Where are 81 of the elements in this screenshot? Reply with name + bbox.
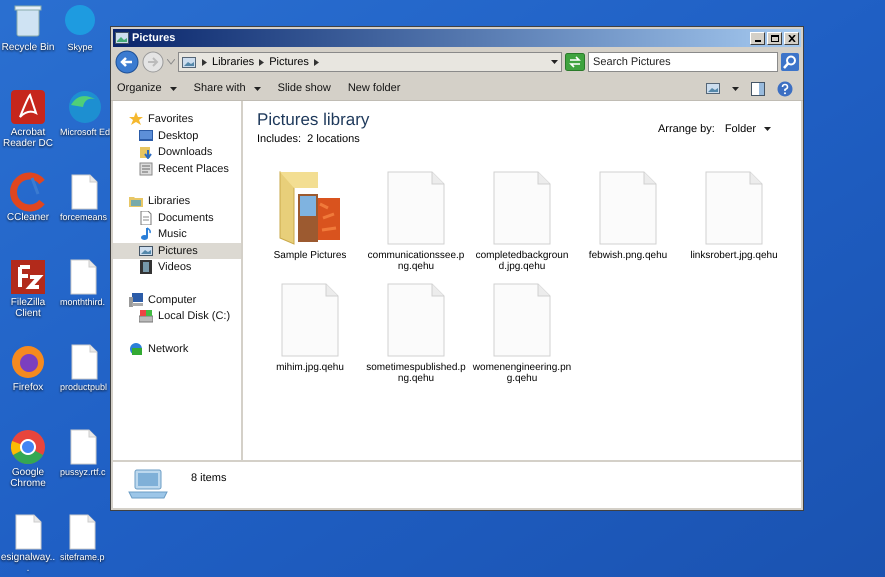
circle-logo-icon[interactable] (8, 427, 48, 467)
file-item[interactable]: mihim.jpg.qehu (257, 280, 363, 386)
pictures-icon (182, 56, 196, 68)
file-name: mihim.jpg.qehu (275, 362, 345, 374)
caret-icon (254, 86, 261, 90)
close-button[interactable] (784, 32, 799, 44)
search-icon[interactable] (781, 53, 799, 71)
caret-icon (764, 127, 771, 132)
breadcrumb-arrow-icon[interactable] (202, 58, 207, 66)
breadcrumb[interactable]: Libraries (212, 54, 254, 70)
desktop-icon (139, 128, 153, 143)
pictures-icon (115, 32, 129, 44)
minimize-button[interactable] (750, 32, 765, 44)
library-subtitle: Includes: 2 locations (257, 132, 361, 147)
music-icon (139, 227, 153, 242)
desktop-icon-label[interactable]: monththird. (60, 297, 106, 308)
desktop-icon-label[interactable]: Microsoft Ed (60, 127, 110, 138)
preview-pane-icon[interactable] (751, 82, 765, 96)
search-field[interactable]: Search Pictures (588, 52, 778, 72)
desktop-icon-label[interactable]: esignalway... (0, 552, 56, 574)
disk-icon (139, 309, 153, 324)
view-icon[interactable] (706, 83, 720, 94)
desktop-icon-label[interactable]: CCleaner (0, 212, 56, 223)
videos-icon (139, 260, 153, 274)
help-icon[interactable] (777, 80, 793, 96)
desktop-icon-label[interactable]: FileZilla Client (0, 297, 56, 319)
file-item[interactable]: communicationssee.png.qehu (363, 168, 469, 274)
desktop-icon-label[interactable]: siteframe.p (60, 552, 105, 563)
file-item[interactable]: sometimespublished.png.qehu (363, 280, 469, 386)
recent-icon (139, 162, 153, 176)
toolbar-button[interactable]: Organize (117, 80, 177, 97)
view-caret-icon[interactable] (732, 86, 739, 90)
fz-icon[interactable] (8, 257, 48, 297)
desktop-icon-label[interactable]: Firefox (0, 382, 56, 393)
file-name: linksrobert.jpg.qehu (689, 250, 779, 262)
file-name: sometimespublished.png.qehu (366, 362, 466, 386)
desktop-icon-label[interactable]: Recycle Bin (0, 42, 56, 53)
desktop-icon-label[interactable]: forcemeans (60, 212, 108, 223)
nav-item[interactable]: Pictures (113, 242, 241, 259)
computer-icon (129, 292, 143, 307)
file-name: Sample Pictures (272, 250, 348, 262)
desktop-icon-label[interactable]: Google Chrome (0, 467, 56, 489)
computer-icon (127, 468, 169, 500)
file-item[interactable]: womenengineering.png.qehu (469, 280, 575, 386)
caret-icon (170, 86, 177, 90)
file-name: communicationssee.png.qehu (366, 250, 466, 274)
window-title: Pictures (132, 30, 176, 46)
documents-icon (139, 210, 153, 225)
refresh-button[interactable] (565, 53, 585, 71)
desktop-icon-label[interactable]: Acrobat Reader DC (0, 127, 56, 149)
file-name: completedbackground.jpg.qehu (474, 250, 570, 274)
downloads-icon (139, 145, 153, 160)
address-bar[interactable]: Libraries Pictures (178, 52, 562, 72)
file-item[interactable]: linksrobert.jpg.qehu (681, 168, 787, 274)
document-app-icon[interactable] (8, 87, 48, 127)
file-item[interactable]: Sample Pictures (257, 168, 363, 274)
toolbar-button[interactable]: Slide show (278, 80, 331, 97)
back-button[interactable] (115, 50, 139, 74)
item-count: 8 items (191, 471, 226, 486)
star-icon (129, 112, 143, 126)
toolbar-button[interactable]: New folder (348, 80, 400, 97)
breadcrumb-arrow-icon[interactable] (259, 58, 264, 66)
library-title: Pictures library (257, 109, 370, 131)
file-name: womenengineering.png.qehu (472, 362, 572, 386)
network-icon (129, 342, 143, 356)
pictures-icon (139, 244, 153, 258)
arrange-label: Arrange by: (658, 122, 715, 137)
maximize-button[interactable] (767, 32, 782, 44)
desktop-icon-label[interactable]: productpubl (60, 382, 108, 393)
arrange-dropdown[interactable]: Folder (724, 121, 771, 138)
file-item[interactable]: completedbackground.jpg.qehu (469, 168, 575, 274)
library-icon (129, 194, 143, 208)
file-item[interactable]: febwish.png.qehu (575, 168, 681, 274)
close-x-icon (788, 34, 796, 42)
breadcrumb-arrow-icon[interactable] (314, 58, 319, 66)
desktop-icon-label[interactable]: Skype (67, 42, 92, 53)
dropdown-arrow-icon[interactable] (551, 60, 558, 64)
desktop-icon-label[interactable]: pussyz.rtf.c (60, 467, 106, 478)
toolbar-button[interactable]: Share with (194, 80, 261, 97)
breadcrumb[interactable]: Pictures (269, 54, 309, 70)
file-name: febwish.png.qehu (588, 250, 668, 262)
